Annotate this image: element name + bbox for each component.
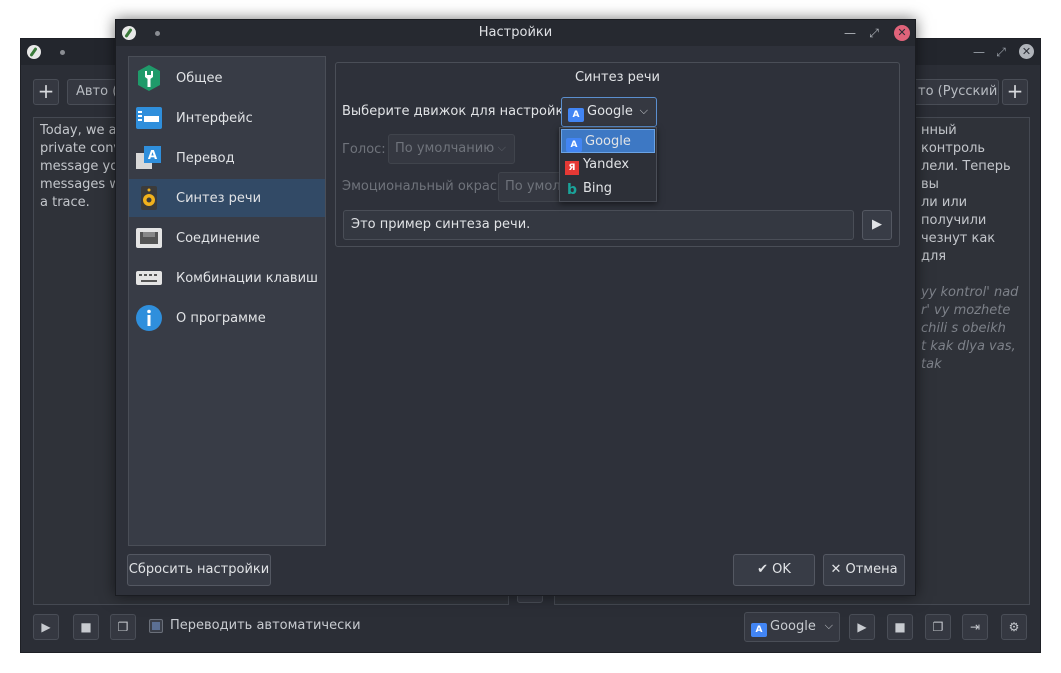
play-source-button[interactable]: ▶	[33, 614, 59, 640]
dialog-title: Настройки	[478, 25, 553, 40]
play-translation-button[interactable]: ▶	[849, 614, 875, 640]
ok-label: OK	[772, 562, 791, 577]
sidebar-item-label: Соединение	[176, 230, 260, 246]
copy-source-button[interactable]: ❐	[110, 614, 136, 640]
checkmark-icon: ✔	[757, 562, 773, 577]
settings-dialog: Настройки — ⤢ ✕ Общее Интерфейс A Перево…	[115, 19, 916, 596]
sidebar-item-shortcuts[interactable]: Комбинации клавиш	[129, 259, 325, 297]
dialog-titlebar: Настройки — ⤢ ✕	[116, 20, 915, 46]
sidebar-item-general[interactable]: Общее	[129, 59, 325, 97]
add-target-lang-button[interactable]: +	[1002, 79, 1028, 105]
translation-line: чезнут как для	[921, 231, 996, 264]
sidebar-item-tts[interactable]: Синтез речи	[129, 179, 325, 217]
translation-icon: A	[135, 144, 163, 172]
sidebar-item-label: Синтез речи	[176, 190, 262, 206]
source-lang-combo[interactable]: Авто (А	[67, 79, 117, 105]
auto-translate-checkbox[interactable]	[149, 619, 163, 633]
sidebar-item-connection[interactable]: Соединение	[129, 219, 325, 257]
sidebar-item-label: Комбинации клавиш	[176, 270, 318, 286]
close-icon[interactable]: ✕	[1019, 44, 1034, 59]
stop-translation-button[interactable]: ■	[887, 614, 913, 640]
engine-combo[interactable]: A Google ⌵	[744, 612, 840, 642]
sidebar-item-about[interactable]: О программе	[129, 299, 325, 337]
emotion-label: Эмоциональный окрас:	[342, 179, 502, 194]
chevron-down-icon: ⌵	[824, 619, 833, 632]
sidebar-item-label: Перевод	[176, 150, 235, 166]
engine-combo-value: Google	[770, 619, 816, 634]
translit-line: r' vy mozhete	[921, 303, 1011, 318]
voice-combo[interactable]: По умолчанию ⌵	[388, 134, 515, 164]
tts-engine-combo[interactable]: A Google ⌵	[561, 97, 657, 127]
network-icon	[135, 224, 163, 252]
google-icon: A	[566, 138, 582, 152]
translation-line: ли или получили	[921, 195, 987, 228]
engine-option-google[interactable]: A Google	[561, 129, 655, 153]
stop-source-button[interactable]: ■	[73, 614, 99, 640]
general-settings-icon	[135, 64, 163, 92]
sidebar-item-translation[interactable]: A Перевод	[129, 139, 325, 177]
app-logo-icon	[27, 45, 41, 59]
sidebar-item-label: О программе	[176, 310, 266, 326]
speaker-icon	[135, 184, 163, 212]
group-title: Синтез речи	[574, 70, 661, 85]
maximize-icon[interactable]: ⤢	[992, 43, 1010, 61]
close-icon[interactable]: ✕	[894, 25, 910, 41]
option-label: Google	[585, 134, 631, 149]
info-icon	[135, 304, 163, 332]
voice-label: Голос:	[342, 142, 386, 157]
play-sample-button[interactable]: ▶	[862, 210, 892, 240]
settings-button[interactable]: ⚙	[1001, 614, 1027, 640]
option-label: Yandex	[583, 157, 630, 172]
minimize-icon[interactable]: —	[841, 24, 859, 42]
reset-settings-button[interactable]: Сбросить настройки	[127, 554, 271, 586]
cross-icon: ✕	[830, 562, 846, 577]
translation-line: нный контроль	[921, 123, 986, 156]
sidebar-item-interface[interactable]: Интерфейс	[129, 99, 325, 137]
ok-button[interactable]: ✔ OK	[733, 554, 815, 586]
google-icon: A	[568, 108, 584, 122]
cancel-label: Отмена	[845, 562, 898, 577]
voice-value: По умолчанию	[395, 141, 495, 156]
translit-line: t kak dlya vas, tak	[921, 339, 1016, 372]
keyboard-icon	[135, 264, 163, 292]
settings-sidebar: Общее Интерфейс A Перевод Синтез речи Со…	[128, 56, 326, 546]
bing-icon: b	[566, 182, 578, 198]
tts-engine-value: Google	[587, 104, 633, 119]
translit-line: yy kontrol' nad	[921, 285, 1019, 300]
engine-option-bing[interactable]: b Bing	[561, 177, 655, 201]
sidebar-item-label: Общее	[176, 70, 223, 86]
auto-translate-label: Переводить автоматически	[170, 618, 361, 633]
cancel-button[interactable]: ✕ Отмена	[823, 554, 905, 586]
google-icon: A	[751, 623, 767, 637]
add-source-lang-button[interactable]: +	[33, 79, 59, 105]
maximize-icon[interactable]: ⤢	[865, 24, 883, 42]
yandex-icon: Я	[565, 161, 579, 175]
sample-text-field[interactable]: Это пример синтеза речи.	[343, 210, 854, 240]
emotion-value: По умол	[505, 179, 561, 194]
engine-option-yandex[interactable]: Я Yandex	[561, 153, 655, 177]
interface-icon	[135, 104, 163, 132]
copy-all-button[interactable]: ⇥	[962, 614, 988, 640]
translation-line: лели. Теперь вы	[921, 159, 1011, 192]
emotion-combo[interactable]: По умол	[498, 172, 568, 202]
engine-dropdown-popup: A Google Я Yandex b Bing	[559, 127, 657, 202]
copy-translation-button[interactable]: ❐	[925, 614, 951, 640]
target-lang-combo[interactable]: то (Русский)	[909, 79, 999, 105]
engine-label: Выберите движок для настройки:	[342, 104, 577, 119]
chevron-down-icon: ⌵	[497, 141, 506, 154]
sidebar-item-label: Интерфейс	[176, 110, 253, 126]
pin-icon[interactable]	[60, 50, 65, 55]
chevron-down-icon: ⌵	[639, 104, 648, 117]
svg-text:A: A	[148, 148, 158, 162]
translit-line: chili s obeikh	[921, 321, 1006, 336]
minimize-icon[interactable]: —	[970, 43, 988, 61]
option-label: Bing	[583, 181, 613, 196]
